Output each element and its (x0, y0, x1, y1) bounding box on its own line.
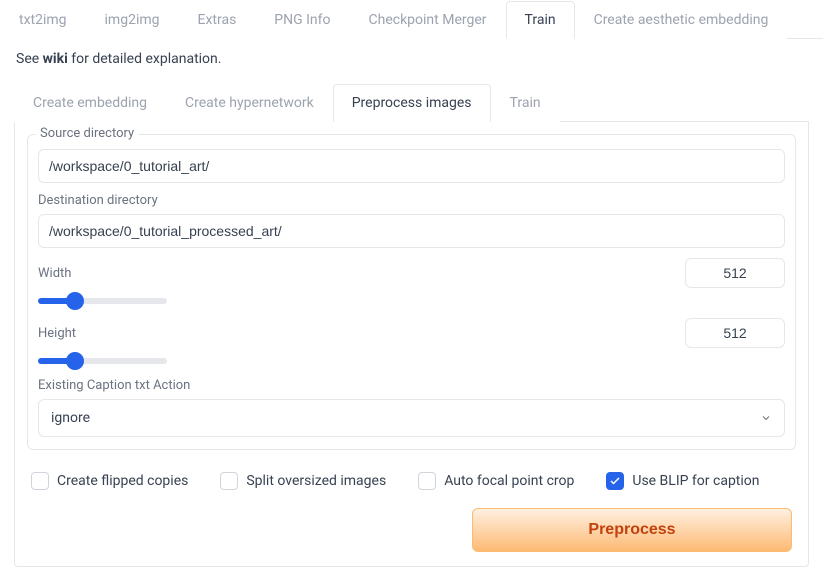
hint-suffix: for detailed explanation. (68, 51, 222, 67)
tab-create-aesthetic-embedding[interactable]: Create aesthetic embedding (575, 1, 788, 39)
preprocess-panel: Source directory Destination directory W… (14, 122, 809, 567)
preprocess-button[interactable]: Preprocess (472, 508, 792, 552)
width-value-input[interactable] (685, 258, 785, 288)
checkbox-box-flipped (31, 472, 49, 490)
checkbox-auto-focal-point-crop[interactable]: Auto focal point crop (418, 472, 574, 490)
checkbox-label-focal: Auto focal point crop (444, 473, 574, 489)
sub-tab-create-hypernetwork[interactable]: Create hypernetwork (166, 84, 333, 122)
source-directory-input[interactable] (38, 149, 785, 183)
width-slider[interactable] (38, 298, 167, 304)
tab-txt2img[interactable]: txt2img (0, 1, 86, 39)
checkbox-label-flipped: Create flipped copies (57, 473, 188, 489)
destination-directory-input[interactable] (38, 214, 785, 248)
sub-tab-create-embedding[interactable]: Create embedding (14, 84, 166, 122)
destination-directory-label: Destination directory (38, 193, 785, 208)
height-slider[interactable] (38, 358, 167, 364)
sub-tab-preprocess-images[interactable]: Preprocess images (333, 84, 491, 122)
tab-img2img[interactable]: img2img (86, 1, 179, 39)
hint-text: See wiki for detailed explanation. (0, 39, 823, 83)
tab-extras[interactable]: Extras (179, 1, 256, 39)
options-row: Create flipped copies Split oversized im… (27, 450, 796, 502)
chevron-down-icon (760, 412, 772, 424)
preprocess-fieldset: Source directory Destination directory W… (27, 134, 796, 450)
checkbox-split-oversized-images[interactable]: Split oversized images (220, 472, 386, 490)
height-value-input[interactable] (685, 318, 785, 348)
caption-action-label: Existing Caption txt Action (38, 378, 785, 393)
tab-png-info[interactable]: PNG Info (255, 1, 349, 39)
source-directory-label: Source directory (36, 126, 138, 141)
train-sub-tabs: Create embedding Create hypernetwork Pre… (14, 83, 809, 122)
checkbox-label-blip: Use BLIP for caption (632, 473, 759, 489)
checkbox-use-blip-for-caption[interactable]: Use BLIP for caption (606, 472, 759, 490)
checkbox-label-split: Split oversized images (246, 473, 386, 489)
tab-checkpoint-merger[interactable]: Checkpoint Merger (350, 1, 506, 39)
height-label: Height (38, 326, 76, 341)
checkbox-box-split (220, 472, 238, 490)
main-tabs: txt2img img2img Extras PNG Info Checkpoi… (0, 0, 823, 39)
caption-action-value: ignore (51, 410, 90, 426)
button-row: Preprocess (27, 502, 796, 554)
checkbox-create-flipped-copies[interactable]: Create flipped copies (31, 472, 188, 490)
hint-prefix: See (16, 51, 43, 67)
caption-action-select[interactable]: ignore (38, 399, 785, 437)
wiki-link[interactable]: wiki (43, 51, 68, 67)
checkbox-box-focal (418, 472, 436, 490)
sub-tab-train[interactable]: Train (491, 84, 560, 122)
tab-train[interactable]: Train (506, 1, 575, 39)
width-label: Width (38, 266, 71, 281)
checkbox-box-blip (606, 472, 624, 490)
